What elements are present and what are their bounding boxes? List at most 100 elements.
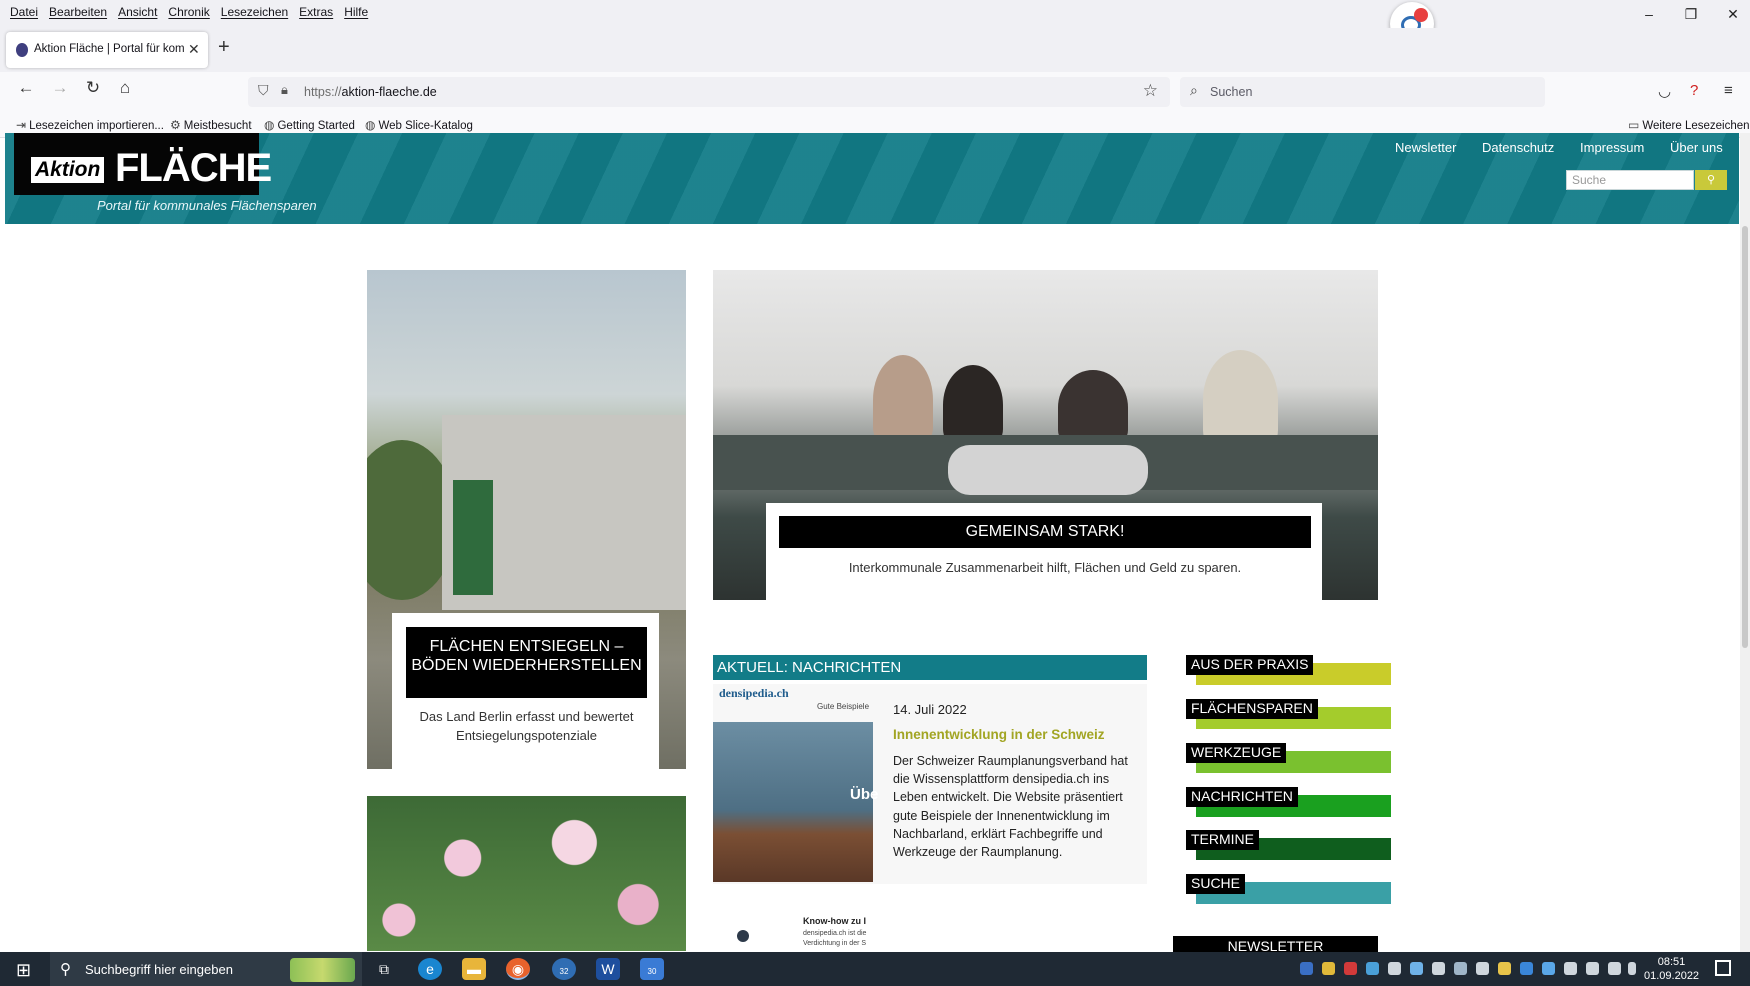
teaser-image-entsiegeln[interactable]: FLÄCHEN ENTSIEGELN – BÖDEN WIEDERHERSTEL… [367, 270, 686, 769]
site-search-input[interactable]: Suche [1566, 170, 1694, 190]
news-preview-line: densipedia.ch ist die [803, 930, 867, 937]
other-bookmarks[interactable]: ▭ Weitere Lesezeichen [1628, 118, 1750, 132]
notification-center-icon[interactable] [1715, 960, 1731, 976]
app-tray-icon[interactable] [1388, 962, 1401, 975]
bluetooth-tray-icon[interactable] [1542, 962, 1555, 975]
logo-flaeche-text: FLÄCHE [115, 146, 272, 190]
volume-tray-icon[interactable] [1608, 962, 1621, 975]
taskbar-search[interactable]: ⚲ Suchbegriff hier eingeben [50, 952, 362, 986]
print-tray-icon[interactable] [1520, 962, 1533, 975]
bookmark-web-slice[interactable]: ◍ Web Slice-Katalog [365, 118, 473, 132]
forward-icon[interactable]: → [46, 78, 74, 98]
teaser-title-entsiegeln[interactable]: FLÄCHEN ENTSIEGELN – BÖDEN WIEDERHERSTEL… [406, 627, 647, 698]
category-label: NACHRICHTEN [1186, 787, 1298, 807]
teaser-title-gemeinsam[interactable]: GEMEINSAM STARK! [779, 516, 1311, 548]
lock-icon[interactable]: 🔒︎ [281, 82, 288, 98]
teaser-text-entsiegeln: Das Land Berlin erfasst und bewertet Ent… [419, 709, 634, 743]
news-source-subtitle: Gute Beispiele [817, 702, 870, 711]
microphone-tray-icon[interactable] [1628, 962, 1636, 975]
site-search-button[interactable]: ⚲ [1695, 170, 1727, 190]
pdf-tray-icon[interactable] [1344, 962, 1357, 975]
category-termine[interactable]: TERMINE [1186, 830, 1391, 860]
help-icon[interactable]: ? [1690, 82, 1698, 99]
word-app-icon[interactable]: W [596, 958, 620, 980]
category-suche[interactable]: SUCHE [1186, 874, 1391, 904]
category-werkzeuge[interactable]: WERKZEUGE [1186, 743, 1391, 773]
menu-datei[interactable]: Datei [10, 5, 38, 19]
home-icon[interactable]: ⌂ [111, 78, 139, 98]
bookmark-label: Meistbesucht [183, 120, 252, 132]
news-body: Der Schweizer Raumplanungsverband hat di… [893, 754, 1128, 860]
site-search-placeholder: Suche [1572, 173, 1607, 187]
news-title[interactable]: Innenentwicklung in der Schweiz [893, 727, 1105, 742]
newsletter-box[interactable]: NEWSLETTER [1173, 936, 1378, 953]
topnav-datenschutz[interactable]: Datenschutz [1482, 140, 1554, 155]
category-flaechensparen[interactable]: FLÄCHENSPAREN [1186, 699, 1391, 729]
tab-close-icon[interactable]: ✕ [188, 41, 200, 58]
task-view-icon[interactable]: ⧉ [372, 958, 396, 980]
shield-tray-icon[interactable] [1322, 962, 1335, 975]
news-item-preview[interactable]: Know-how zu I densipedia.ch ist die Verd… [713, 888, 1147, 948]
menu-extras[interactable]: Extras [299, 5, 333, 19]
bookmark-label: Lesezeichen importieren... [29, 120, 164, 132]
minimize-icon[interactable]: – [1634, 6, 1664, 22]
category-aus-der-praxis[interactable]: AUS DER PRAXIS [1186, 655, 1391, 685]
security-tray-icon[interactable] [1300, 962, 1313, 975]
sync-tray-icon[interactable] [1366, 962, 1379, 975]
menu-hilfe[interactable]: Hilfe [344, 5, 368, 19]
teaser-image-flowers[interactable] [367, 796, 686, 951]
page-scrollbar-thumb[interactable] [1742, 226, 1748, 648]
close-window-icon[interactable]: ✕ [1718, 6, 1748, 23]
network-tray-icon[interactable] [1586, 962, 1599, 975]
category-label: WERKZEUGE [1186, 743, 1287, 763]
new-tab-icon[interactable]: + [218, 36, 230, 59]
windows-taskbar: ⊞ ⚲ Suchbegriff hier eingeben ⧉ e ▬ ◉ 32… [0, 952, 1750, 986]
news-item[interactable]: densipedia.ch Gute Beispiele Übe 14. Jul… [713, 684, 1147, 884]
clock-date: 01.09.2022 [1644, 970, 1700, 982]
usb-tray-icon[interactable] [1476, 962, 1489, 975]
menu-ansicht[interactable]: Ansicht [118, 5, 157, 19]
menu-chronik[interactable]: Chronik [168, 5, 209, 19]
topnav-impressum[interactable]: Impressum [1580, 140, 1644, 155]
address-bar[interactable]: ⛉ 🔒︎ https://aktion-flaeche.de ☆ [248, 77, 1170, 107]
menu-lesezeichen[interactable]: Lesezeichen [221, 5, 288, 19]
facebook-icon[interactable] [737, 930, 749, 942]
menu-bearbeiten[interactable]: Bearbeiten [49, 5, 107, 19]
firefox-icon[interactable]: ◉ [506, 958, 530, 980]
taskbar-clock[interactable]: 08:51 01.09.2022 [1644, 955, 1699, 983]
pocket-icon[interactable]: ◡ [1658, 82, 1671, 100]
display-tray-icon[interactable] [1454, 962, 1467, 975]
bookmark-getting-started[interactable]: ◍ Getting Started [264, 118, 355, 132]
topnav-newsletter[interactable]: Newsletter [1395, 140, 1456, 155]
battery-tray-icon[interactable] [1564, 962, 1577, 975]
mail-icon[interactable]: 30 [640, 958, 664, 980]
bookmark-star-icon[interactable]: ☆ [1143, 81, 1158, 101]
topnav-ueber-uns[interactable]: Über uns [1670, 140, 1723, 155]
hamburger-menu-icon[interactable]: ≡ [1724, 82, 1733, 99]
edge-icon[interactable]: e [418, 958, 442, 980]
bookmark-label: Getting Started [277, 120, 355, 132]
people-tray-icon[interactable] [1498, 962, 1511, 975]
gear-icon: ⚙ [170, 118, 181, 132]
category-nachrichten[interactable]: NACHRICHTEN [1186, 787, 1391, 817]
restore-icon[interactable]: ❐ [1676, 6, 1706, 23]
teaser-image-gemeinsam[interactable]: GEMEINSAM STARK! Interkommunale Zusammen… [713, 270, 1378, 600]
windows-start-icon[interactable]: ⊞ [16, 960, 31, 981]
cloud-tray-icon[interactable] [1410, 962, 1423, 975]
bookmark-import[interactable]: ⇥ Lesezeichen importieren... [16, 118, 164, 132]
printer-tray-icon[interactable] [1432, 962, 1445, 975]
search-icon: ⚲ [1706, 174, 1716, 186]
news-thumbnail[interactable]: Übe [713, 722, 878, 882]
tracking-shield-icon[interactable]: ⛉ [258, 82, 269, 99]
site-favicon-icon [16, 43, 28, 57]
browser-search-placeholder: Suchen [1210, 85, 1253, 99]
site-logo[interactable]: Aktion FLÄCHE [14, 133, 272, 195]
chat-app-icon[interactable]: 32 [552, 958, 576, 980]
file-explorer-icon[interactable]: ▬ [462, 958, 486, 980]
category-label: SUCHE [1186, 874, 1246, 894]
bookmark-most-visited[interactable]: ⚙ Meistbesucht [170, 118, 252, 132]
reload-icon[interactable]: ↻ [79, 78, 107, 98]
active-tab[interactable]: Aktion Fläche | Portal für kommunales Fl… [6, 32, 208, 68]
browser-search-field[interactable]: ⌕ Suchen [1180, 77, 1545, 107]
back-icon[interactable]: ← [12, 78, 40, 98]
